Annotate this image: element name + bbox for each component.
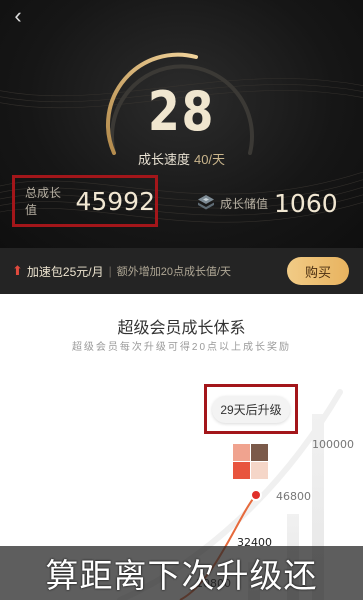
back-button[interactable]: ‹ (8, 3, 28, 28)
total-growth-value: 45992 (75, 186, 155, 216)
upgrade-countdown: 29天后升级 (212, 395, 290, 423)
current-position-dot (250, 489, 262, 501)
speed-rate: 40/天 (193, 152, 226, 167)
boost-package-bar: ⬆ 加速包25元/月 | 额外增加20点成长值/天 购买 (0, 248, 363, 294)
boost-title: 加速包25元/月 (26, 264, 104, 279)
badge-swatch (251, 444, 268, 461)
level-tick-100000: 100000 (312, 438, 354, 451)
level-tick-46800: 46800 (276, 490, 311, 503)
growth-speed-value: 28 (147, 80, 216, 143)
badge-swatch (233, 444, 250, 461)
buy-button[interactable]: 购买 (287, 257, 349, 285)
total-growth-label: 总成长值 (25, 186, 62, 217)
growth-header-panel: ‹ 28 成长速度 40/天 总成长值 45992 成长储值 1060 (0, 0, 363, 248)
badge-swatch (251, 462, 268, 479)
badge-swatch (233, 462, 250, 479)
storage-label: 成长储值 (220, 196, 269, 211)
video-caption: 算距离下次升级还 (0, 546, 363, 600)
boost-description: 额外增加20点成长值/天 (116, 266, 232, 278)
layers-icon (198, 195, 214, 210)
upgrade-highlight: 29天后升级 (204, 384, 298, 434)
divider: | (108, 264, 112, 278)
system-subtitle: 超级会员每次升级可得20点以上成长奖励 (71, 342, 292, 353)
chevron-left-icon: ‹ (14, 3, 22, 28)
growth-speed-label: 成长速度 40/天 (0, 149, 363, 168)
total-growth-highlight: 总成长值 45992 (12, 175, 158, 227)
up-arrow-icon: ⬆ (12, 263, 23, 278)
system-title: 超级会员成长体系 (117, 320, 246, 337)
level-badge (233, 444, 269, 480)
storage-value: 1060 (274, 188, 338, 218)
growth-storage: 成长储值 1060 (196, 188, 338, 218)
speed-label-text: 成长速度 (137, 152, 190, 167)
